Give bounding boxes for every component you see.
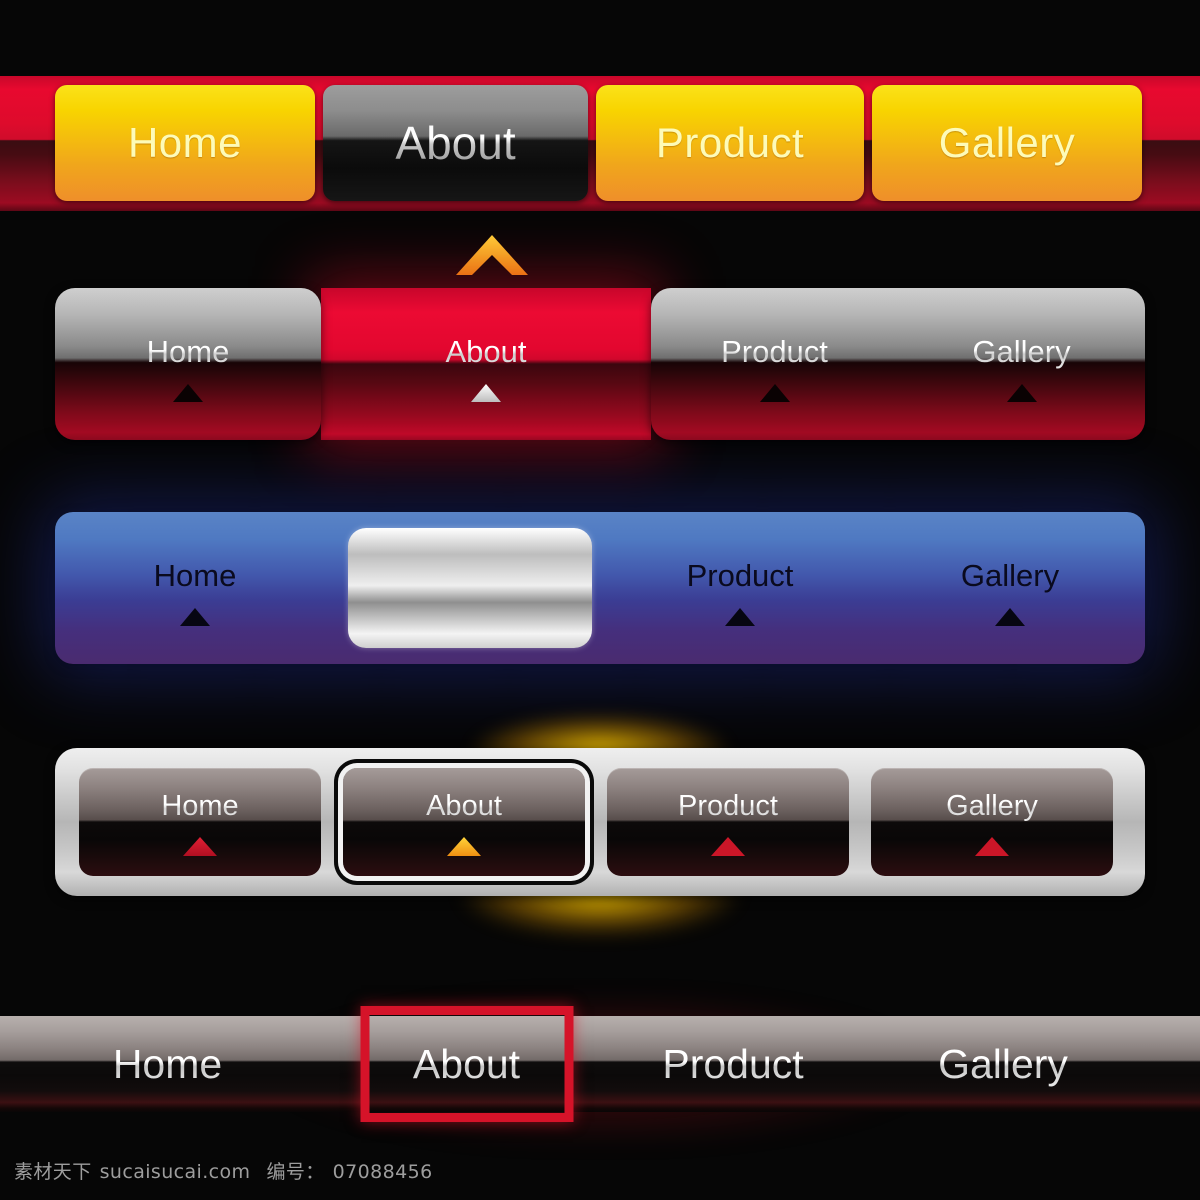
nav1-item-about-label: About (395, 117, 516, 169)
nav5-item-home-label: Home (112, 1040, 223, 1087)
triangle-up-black-icon (1006, 383, 1037, 407)
triangle-up-black-icon (759, 383, 790, 407)
footer-site: 素材天下 sucaisucai.com (14, 1157, 250, 1184)
navbar-silver-items: Home About Product Gallery (79, 768, 1121, 876)
nav5-item-about-label: About (412, 1040, 521, 1087)
nav3-item-home-label: Home (153, 557, 237, 593)
navbar-yellow-red: Home About Product Gallery (0, 76, 1200, 275)
nav4-item-about[interactable]: About (343, 768, 585, 876)
triangle-up-red-icon (975, 836, 1009, 861)
nav2-item-home[interactable]: Home (55, 288, 321, 440)
nav4-item-product-label: Product (678, 789, 778, 822)
navbar-silver: Home About Product Gallery (55, 714, 1145, 936)
nav1-item-home-label: Home (127, 119, 243, 166)
footer-site-url: sucaisucai.com (99, 1161, 251, 1183)
navbar-grey-red: Home About Product Gallery (55, 288, 1145, 448)
triangle-up-black-icon (725, 607, 755, 631)
nav3-item-about-label: About (429, 557, 511, 593)
nav3-item-gallery-label: Gallery (960, 557, 1060, 593)
nav4-item-gallery-label: Gallery (946, 789, 1038, 822)
nav4-item-gallery[interactable]: Gallery (871, 768, 1113, 876)
navigation-bar-template-sheet: Home About Product Gallery Home About Pr… (0, 0, 1200, 1200)
nav5-item-product-label: Product (662, 1040, 804, 1087)
nav4-item-product[interactable]: Product (607, 768, 849, 876)
nav3-item-gallery[interactable]: Gallery (875, 512, 1145, 664)
nav5-item-about[interactable]: About (335, 1006, 598, 1122)
footer-id-label: 编号： (266, 1161, 325, 1183)
triangle-up-white-icon (455, 607, 485, 631)
nav5-item-gallery-label: Gallery (938, 1040, 1068, 1087)
footer-id: 编号： 07088456 (266, 1157, 432, 1184)
nav3-item-about[interactable]: About (335, 512, 605, 664)
nav1-item-about[interactable]: About (323, 85, 588, 275)
nav1-item-gallery-label: Gallery (938, 119, 1076, 166)
nav4-item-home-label: Home (161, 789, 239, 822)
nav1-item-home[interactable]: Home (55, 85, 315, 201)
triangle-up-red-icon (183, 836, 217, 861)
navbar-grey-red-right-panel: Product Gallery (651, 288, 1145, 440)
navbar-grey-red-mid-items: About (321, 288, 651, 440)
nav5-item-home[interactable]: Home (0, 1016, 335, 1112)
footer-watermark: 素材天下 sucaisucai.com 编号： 07088456 (14, 1157, 433, 1184)
nav2-item-product-label: Product (721, 333, 828, 369)
nav2-item-product[interactable]: Product (651, 288, 898, 440)
nav1-item-gallery[interactable]: Gallery (872, 85, 1142, 201)
nav1-item-product[interactable]: Product (596, 85, 864, 201)
triangle-up-orange-icon (447, 836, 481, 861)
nav2-item-about[interactable]: About (321, 288, 651, 440)
triangle-up-black-icon (995, 607, 1025, 631)
navbar-grey-red-left-panel: Home (55, 288, 321, 440)
nav4-item-home[interactable]: Home (79, 768, 321, 876)
nav3-item-home[interactable]: Home (55, 512, 335, 664)
triangle-up-white-icon (471, 383, 501, 407)
nav3-item-product-label: Product (686, 557, 794, 593)
nav2-item-gallery-label: Gallery (972, 333, 1071, 369)
triangle-up-black-icon (173, 383, 203, 407)
nav2-item-gallery[interactable]: Gallery (898, 288, 1145, 440)
navbar-yellow-red-items: Home About Product Gallery (0, 85, 1200, 275)
nav5-item-product[interactable]: Product (598, 1016, 868, 1112)
navbar-flat-grey: Home About Product Gallery (0, 994, 1200, 1144)
nav2-item-home-label: Home (146, 333, 230, 369)
navbar-blue-items: Home About Product Gallery (55, 512, 1145, 664)
triangle-up-black-icon (180, 607, 210, 631)
navbar-flat-grey-items: Home About Product Gallery (0, 1006, 1200, 1122)
footer-id-value: 07088456 (332, 1161, 433, 1183)
footer-site-label: 素材天下 (14, 1161, 92, 1183)
nav3-item-product[interactable]: Product (605, 512, 875, 664)
nav1-item-product-label: Product (655, 119, 805, 166)
nav2-item-about-label: About (445, 333, 527, 369)
triangle-up-red-icon (711, 836, 745, 861)
navbar-blue: Home About Product Gallery (55, 512, 1145, 664)
nav4-item-about-label: About (426, 789, 502, 822)
nav5-item-gallery[interactable]: Gallery (868, 1016, 1138, 1112)
